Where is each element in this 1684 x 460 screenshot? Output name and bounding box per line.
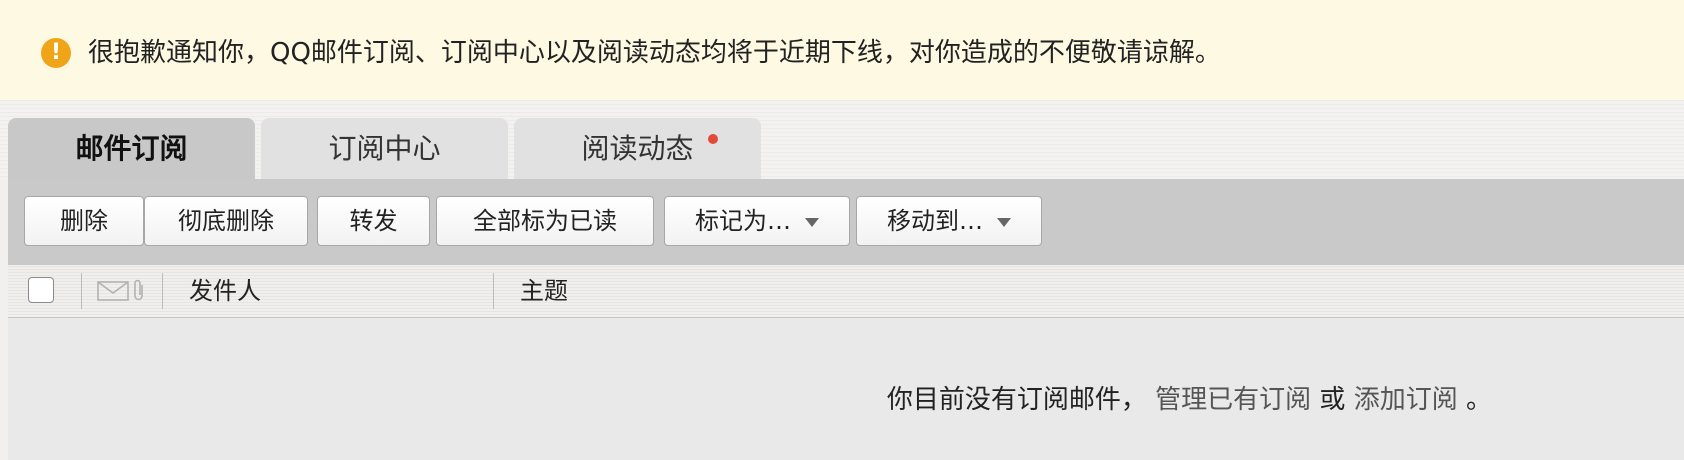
- select-all-checkbox[interactable]: [28, 277, 54, 303]
- add-subscription-link[interactable]: 添加订阅: [1354, 385, 1458, 415]
- column-divider: [81, 273, 82, 309]
- or-text: 或: [1319, 385, 1346, 415]
- subject-column-header[interactable]: 主题: [520, 274, 568, 308]
- delete-permanently-button[interactable]: 彻底删除: [144, 196, 308, 246]
- chevron-down-icon: [997, 217, 1011, 227]
- mail-list-body: 你目前没有订阅邮件， 管理已有订阅 或 添加订阅 。: [8, 318, 1684, 460]
- move-to-dropdown[interactable]: 移动到…: [856, 196, 1042, 246]
- notice-banner: ! 很抱歉通知你，QQ邮件订阅、订阅中心以及阅读动态均将于近期下线，对你造成的不…: [0, 0, 1684, 100]
- chevron-down-icon: [805, 217, 819, 227]
- period-text: 。: [1465, 385, 1492, 415]
- tab-subscription-center[interactable]: 订阅中心: [261, 118, 508, 180]
- empty-message-text: 你目前没有订阅邮件，: [886, 385, 1147, 415]
- mail-list-header: 发件人 主题: [8, 265, 1684, 318]
- forward-button[interactable]: 转发: [317, 196, 430, 246]
- toolbar: 删除 彻底删除 转发 全部标为已读 标记为… 移动到…: [8, 179, 1684, 265]
- notification-dot-icon: [708, 134, 718, 144]
- tab-reading-activity[interactable]: 阅读动态: [514, 118, 761, 180]
- notice-text: 很抱歉通知你，QQ邮件订阅、订阅中心以及阅读动态均将于近期下线，对你造成的不便敬…: [88, 38, 1221, 68]
- manage-subscriptions-link[interactable]: 管理已有订阅: [1155, 385, 1311, 415]
- tab-label: 订阅中心: [328, 132, 441, 165]
- mark-all-read-button[interactable]: 全部标为已读: [436, 196, 654, 246]
- exclamation-icon: !: [41, 38, 71, 68]
- tab-mail-subscription[interactable]: 邮件订阅: [8, 118, 255, 180]
- tab-label: 邮件订阅: [75, 132, 188, 165]
- delete-button[interactable]: 删除: [24, 196, 144, 246]
- column-divider: [493, 273, 494, 309]
- column-divider: [162, 273, 163, 309]
- paperclip-icon: [134, 279, 143, 301]
- mark-as-dropdown[interactable]: 标记为…: [664, 196, 850, 246]
- tab-label: 阅读动态: [581, 132, 694, 165]
- envelope-icon: [97, 281, 129, 301]
- sender-column-header[interactable]: 发件人: [189, 274, 261, 308]
- empty-state-message: 你目前没有订阅邮件， 管理已有订阅 或 添加订阅 。: [887, 381, 1492, 419]
- move-to-label: 移动到…: [887, 207, 983, 235]
- column-icons: [97, 279, 151, 307]
- mark-as-label: 标记为…: [695, 207, 791, 235]
